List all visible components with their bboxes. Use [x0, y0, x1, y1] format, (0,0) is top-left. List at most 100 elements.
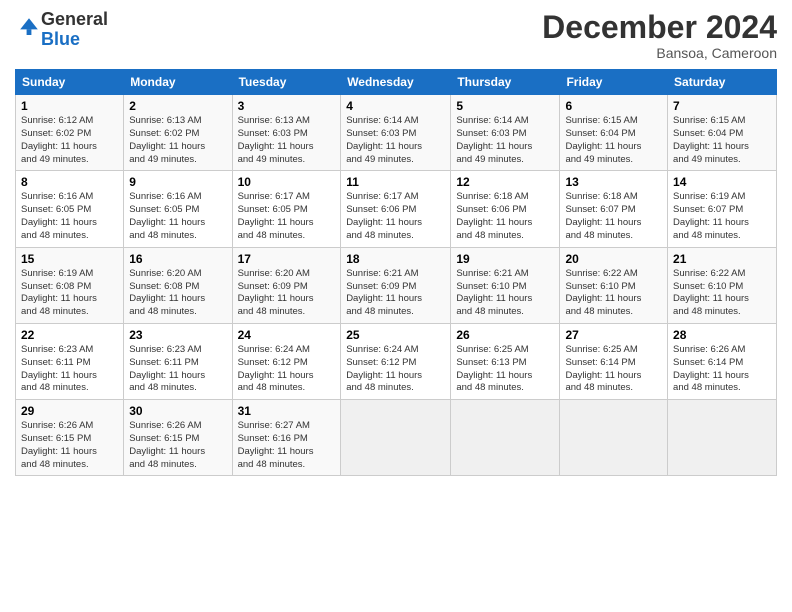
- day-cell: 29 Sunrise: 6:26 AMSunset: 6:15 PMDaylig…: [16, 400, 124, 476]
- page: General Blue December 2024 Bansoa, Camer…: [0, 0, 792, 612]
- day-info: Sunrise: 6:23 AMSunset: 6:11 PMDaylight:…: [129, 344, 226, 395]
- day-cell: 5 Sunrise: 6:14 AMSunset: 6:03 PMDayligh…: [451, 95, 560, 171]
- day-number: 27: [565, 328, 662, 342]
- day-number: 13: [565, 175, 662, 189]
- header-cell-sunday: Sunday: [16, 70, 124, 95]
- day-cell: 1 Sunrise: 6:12 AMSunset: 6:02 PMDayligh…: [16, 95, 124, 171]
- day-cell: 14 Sunrise: 6:19 AMSunset: 6:07 PMDaylig…: [668, 171, 777, 247]
- day-cell: [560, 400, 668, 476]
- day-cell: 17 Sunrise: 6:20 AMSunset: 6:09 PMDaylig…: [232, 247, 341, 323]
- header-cell-thursday: Thursday: [451, 70, 560, 95]
- day-cell: 24 Sunrise: 6:24 AMSunset: 6:12 PMDaylig…: [232, 323, 341, 399]
- day-cell: 25 Sunrise: 6:24 AMSunset: 6:12 PMDaylig…: [341, 323, 451, 399]
- header-cell-saturday: Saturday: [668, 70, 777, 95]
- day-cell: 10 Sunrise: 6:17 AMSunset: 6:05 PMDaylig…: [232, 171, 341, 247]
- logo-icon: [17, 15, 41, 39]
- header-cell-friday: Friday: [560, 70, 668, 95]
- day-number: 10: [238, 175, 336, 189]
- day-number: 1: [21, 99, 118, 113]
- day-cell: 31 Sunrise: 6:27 AMSunset: 6:16 PMDaylig…: [232, 400, 341, 476]
- logo-general: General: [41, 9, 108, 29]
- day-cell: 11 Sunrise: 6:17 AMSunset: 6:06 PMDaylig…: [341, 171, 451, 247]
- day-cell: 2 Sunrise: 6:13 AMSunset: 6:02 PMDayligh…: [124, 95, 232, 171]
- day-number: 20: [565, 252, 662, 266]
- day-number: 31: [238, 404, 336, 418]
- day-info: Sunrise: 6:20 AMSunset: 6:08 PMDaylight:…: [129, 268, 226, 319]
- day-number: 19: [456, 252, 554, 266]
- calendar-table: SundayMondayTuesdayWednesdayThursdayFrid…: [15, 69, 777, 476]
- day-number: 9: [129, 175, 226, 189]
- day-info: Sunrise: 6:16 AMSunset: 6:05 PMDaylight:…: [129, 191, 226, 242]
- day-cell: 13 Sunrise: 6:18 AMSunset: 6:07 PMDaylig…: [560, 171, 668, 247]
- day-cell: 4 Sunrise: 6:14 AMSunset: 6:03 PMDayligh…: [341, 95, 451, 171]
- day-number: 23: [129, 328, 226, 342]
- day-number: 15: [21, 252, 118, 266]
- day-info: Sunrise: 6:14 AMSunset: 6:03 PMDaylight:…: [456, 115, 554, 166]
- day-info: Sunrise: 6:24 AMSunset: 6:12 PMDaylight:…: [346, 344, 445, 395]
- calendar-header: SundayMondayTuesdayWednesdayThursdayFrid…: [16, 70, 777, 95]
- day-info: Sunrise: 6:21 AMSunset: 6:10 PMDaylight:…: [456, 268, 554, 319]
- day-info: Sunrise: 6:14 AMSunset: 6:03 PMDaylight:…: [346, 115, 445, 166]
- location: Bansoa, Cameroon: [542, 45, 777, 61]
- day-info: Sunrise: 6:27 AMSunset: 6:16 PMDaylight:…: [238, 420, 336, 471]
- calendar-body: 1 Sunrise: 6:12 AMSunset: 6:02 PMDayligh…: [16, 95, 777, 476]
- day-number: 26: [456, 328, 554, 342]
- day-cell: 9 Sunrise: 6:16 AMSunset: 6:05 PMDayligh…: [124, 171, 232, 247]
- day-cell: 6 Sunrise: 6:15 AMSunset: 6:04 PMDayligh…: [560, 95, 668, 171]
- day-number: 21: [673, 252, 771, 266]
- day-number: 6: [565, 99, 662, 113]
- day-cell: 23 Sunrise: 6:23 AMSunset: 6:11 PMDaylig…: [124, 323, 232, 399]
- day-info: Sunrise: 6:13 AMSunset: 6:03 PMDaylight:…: [238, 115, 336, 166]
- day-cell: [341, 400, 451, 476]
- day-number: 8: [21, 175, 118, 189]
- day-cell: 19 Sunrise: 6:21 AMSunset: 6:10 PMDaylig…: [451, 247, 560, 323]
- day-number: 5: [456, 99, 554, 113]
- week-row-5: 29 Sunrise: 6:26 AMSunset: 6:15 PMDaylig…: [16, 400, 777, 476]
- day-number: 16: [129, 252, 226, 266]
- day-cell: 8 Sunrise: 6:16 AMSunset: 6:05 PMDayligh…: [16, 171, 124, 247]
- day-cell: 3 Sunrise: 6:13 AMSunset: 6:03 PMDayligh…: [232, 95, 341, 171]
- day-number: 3: [238, 99, 336, 113]
- day-info: Sunrise: 6:17 AMSunset: 6:06 PMDaylight:…: [346, 191, 445, 242]
- day-info: Sunrise: 6:19 AMSunset: 6:08 PMDaylight:…: [21, 268, 118, 319]
- week-row-1: 1 Sunrise: 6:12 AMSunset: 6:02 PMDayligh…: [16, 95, 777, 171]
- header-row: SundayMondayTuesdayWednesdayThursdayFrid…: [16, 70, 777, 95]
- day-number: 12: [456, 175, 554, 189]
- day-cell: 21 Sunrise: 6:22 AMSunset: 6:10 PMDaylig…: [668, 247, 777, 323]
- day-info: Sunrise: 6:17 AMSunset: 6:05 PMDaylight:…: [238, 191, 336, 242]
- day-info: Sunrise: 6:25 AMSunset: 6:13 PMDaylight:…: [456, 344, 554, 395]
- day-cell: 16 Sunrise: 6:20 AMSunset: 6:08 PMDaylig…: [124, 247, 232, 323]
- header-cell-monday: Monday: [124, 70, 232, 95]
- day-number: 14: [673, 175, 771, 189]
- day-info: Sunrise: 6:18 AMSunset: 6:06 PMDaylight:…: [456, 191, 554, 242]
- day-cell: 30 Sunrise: 6:26 AMSunset: 6:15 PMDaylig…: [124, 400, 232, 476]
- day-info: Sunrise: 6:13 AMSunset: 6:02 PMDaylight:…: [129, 115, 226, 166]
- day-number: 4: [346, 99, 445, 113]
- day-info: Sunrise: 6:15 AMSunset: 6:04 PMDaylight:…: [565, 115, 662, 166]
- day-number: 18: [346, 252, 445, 266]
- day-number: 28: [673, 328, 771, 342]
- day-cell: 27 Sunrise: 6:25 AMSunset: 6:14 PMDaylig…: [560, 323, 668, 399]
- day-number: 11: [346, 175, 445, 189]
- day-cell: [451, 400, 560, 476]
- day-cell: 12 Sunrise: 6:18 AMSunset: 6:06 PMDaylig…: [451, 171, 560, 247]
- day-cell: 7 Sunrise: 6:15 AMSunset: 6:04 PMDayligh…: [668, 95, 777, 171]
- day-info: Sunrise: 6:15 AMSunset: 6:04 PMDaylight:…: [673, 115, 771, 166]
- day-number: 2: [129, 99, 226, 113]
- week-row-4: 22 Sunrise: 6:23 AMSunset: 6:11 PMDaylig…: [16, 323, 777, 399]
- day-info: Sunrise: 6:19 AMSunset: 6:07 PMDaylight:…: [673, 191, 771, 242]
- day-cell: 15 Sunrise: 6:19 AMSunset: 6:08 PMDaylig…: [16, 247, 124, 323]
- day-cell: 26 Sunrise: 6:25 AMSunset: 6:13 PMDaylig…: [451, 323, 560, 399]
- title-block: December 2024 Bansoa, Cameroon: [542, 10, 777, 61]
- day-info: Sunrise: 6:26 AMSunset: 6:15 PMDaylight:…: [21, 420, 118, 471]
- day-cell: 18 Sunrise: 6:21 AMSunset: 6:09 PMDaylig…: [341, 247, 451, 323]
- month-title: December 2024: [542, 10, 777, 45]
- day-cell: 28 Sunrise: 6:26 AMSunset: 6:14 PMDaylig…: [668, 323, 777, 399]
- day-info: Sunrise: 6:24 AMSunset: 6:12 PMDaylight:…: [238, 344, 336, 395]
- day-info: Sunrise: 6:22 AMSunset: 6:10 PMDaylight:…: [565, 268, 662, 319]
- day-info: Sunrise: 6:21 AMSunset: 6:09 PMDaylight:…: [346, 268, 445, 319]
- day-number: 22: [21, 328, 118, 342]
- day-number: 29: [21, 404, 118, 418]
- day-cell: 22 Sunrise: 6:23 AMSunset: 6:11 PMDaylig…: [16, 323, 124, 399]
- day-cell: [668, 400, 777, 476]
